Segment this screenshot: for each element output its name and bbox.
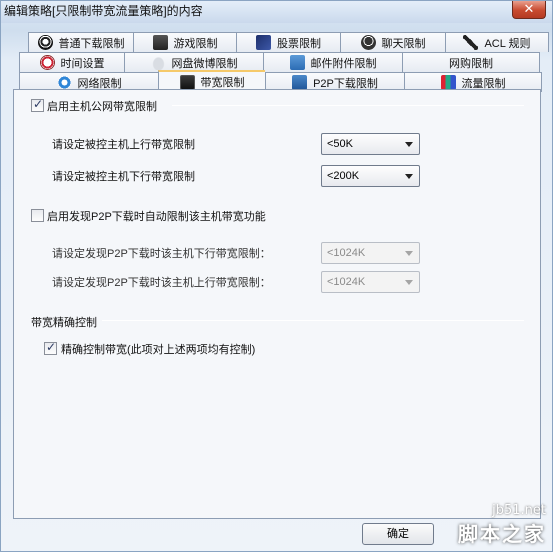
chevron-down-icon [405, 280, 413, 285]
bandwidth-panel: 启用主机公网带宽限制 请设定被控主机上行带宽限制 <50K 请设定被控主机下行带… [13, 89, 541, 519]
upload-limit-label: 请设定被控主机上行带宽限制 [52, 139, 195, 151]
p2p-download-limit-select[interactable]: <1024K [321, 242, 420, 264]
clock-icon [39, 55, 55, 70]
watermark-name: 脚本之家 [458, 524, 546, 546]
tab-shopping-limit[interactable]: 网购限制 [402, 52, 540, 72]
tab-time-settings[interactable]: 时间设置 [19, 52, 124, 72]
window-title: 编辑策略[只限制带宽流量策略]的内容 [4, 4, 203, 18]
tab-stock-limit[interactable]: 股票限制 [236, 32, 340, 52]
acl-icon [463, 35, 479, 50]
tab-download-limit[interactable]: 普通下载限制 [28, 32, 133, 52]
game-icon [152, 35, 168, 50]
close-button[interactable]: ✕ [512, 1, 546, 19]
tab-label: 聊天限制 [381, 37, 426, 50]
section-divider [102, 320, 524, 321]
tab-label: ACL 规则 [484, 37, 531, 50]
tab-label: 网购限制 [449, 57, 493, 70]
tab-label: 带宽限制 [200, 77, 245, 89]
tab-label: 股票限制 [277, 37, 321, 50]
precise-section-label: 带宽精确控制 [31, 317, 97, 329]
download-limit-label: 请设定被控主机下行带宽限制 [52, 171, 195, 183]
p2p-upload-limit-select[interactable]: <1024K [321, 271, 420, 293]
chevron-down-icon [405, 174, 413, 179]
chevron-down-icon [405, 142, 413, 147]
stock-icon [256, 35, 271, 50]
tab-mail-attachment-limit[interactable]: 邮件附件限制 [263, 52, 402, 72]
ie-icon [56, 75, 72, 90]
precise-control-label: 精确控制带宽(此项对上述两项均有控制) [61, 344, 256, 356]
enable-bandwidth-label: 启用主机公网带宽限制 [47, 101, 157, 113]
p2p-download-limit-label: 请设定发现P2P下载时该主机下行带宽限制： [52, 248, 271, 260]
tab-label: 网盘微博限制 [171, 57, 238, 70]
tab-label: 普通下载限制 [58, 37, 125, 50]
cloud-icon [150, 55, 166, 70]
download-limit-value: <200K [327, 170, 360, 182]
traffic-icon [440, 75, 456, 90]
download-limit-select[interactable]: <200K [321, 165, 420, 187]
policy-edit-window: 编辑策略[只限制带宽流量策略]的内容 ✕ 普通下载限制 游戏限制 股票限制 聊天… [0, 0, 553, 552]
bandwidth-icon [179, 74, 195, 90]
tab-label: 时间设置 [60, 57, 105, 70]
tab-label: 游戏限制 [173, 37, 218, 50]
precise-control-checkbox[interactable] [44, 340, 57, 355]
tab-cloud-weibo-limit[interactable]: 网盘微博限制 [124, 52, 263, 72]
tab-row-2: 时间设置 网盘微博限制 邮件附件限制 网购限制 [19, 52, 540, 72]
enable-bandwidth-checkbox[interactable] [31, 97, 44, 112]
upload-limit-select[interactable]: <50K [321, 133, 420, 155]
chat-icon [360, 35, 376, 50]
enable-p2p-label: 启用发现P2P下载时自动限制该主机带宽功能 [47, 211, 266, 223]
p2p-download-limit-value: <1024K [327, 247, 366, 259]
p2p-upload-limit-label: 请设定发现P2P下载时该主机上行带宽限制： [52, 277, 271, 289]
p2p-icon [292, 75, 308, 90]
section-divider [172, 105, 524, 106]
watermark-url: jb51.net [492, 503, 546, 518]
p2p-upload-limit-value: <1024K [327, 276, 366, 288]
tab-game-limit[interactable]: 游戏限制 [133, 32, 236, 52]
close-icon: ✕ [523, 1, 535, 16]
upload-limit-value: <50K [327, 138, 353, 150]
tab-row-1: 普通下载限制 游戏限制 股票限制 聊天限制 ACL 规则 [28, 32, 549, 52]
tab-label: 邮件附件限制 [310, 57, 377, 70]
tab-chat-limit[interactable]: 聊天限制 [340, 32, 445, 52]
title-bar: 编辑策略[只限制带宽流量策略]的内容 [1, 1, 552, 23]
tab-acl-rules[interactable]: ACL 规则 [445, 32, 549, 52]
download-icon [37, 35, 53, 50]
ok-button[interactable]: 确定 [362, 523, 434, 545]
enable-p2p-checkbox[interactable] [31, 209, 44, 222]
mail-icon [289, 55, 305, 70]
site-watermark: jb51.net 脚本之家 [458, 503, 546, 547]
chevron-down-icon [405, 251, 413, 256]
